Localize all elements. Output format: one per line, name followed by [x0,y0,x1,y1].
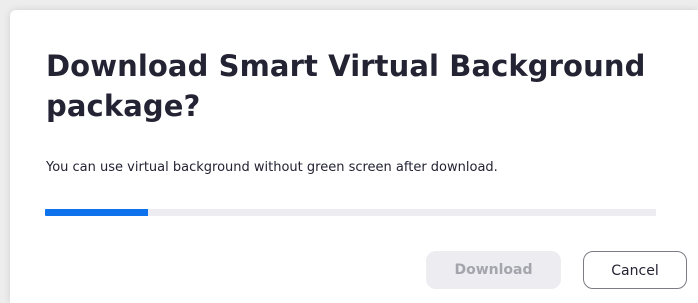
dialog-title: Download Smart Virtual Background packag… [46,49,646,123]
dialog-message: You can use virtual background without g… [46,160,498,175]
download-button[interactable]: Download [426,251,561,289]
download-dialog: Download Smart Virtual Background packag… [10,10,698,303]
download-progress-fill [45,209,148,216]
download-progress-bar [45,209,656,216]
cancel-button[interactable]: Cancel [583,251,687,289]
